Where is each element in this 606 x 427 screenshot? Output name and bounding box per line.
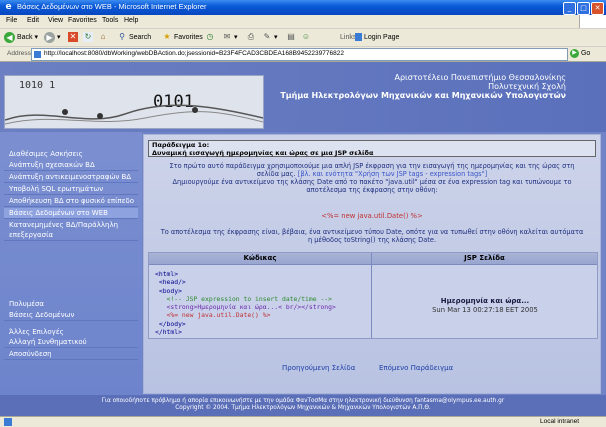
address-input[interactable]: http://localhost:8080/dbWorking/webDBAct… xyxy=(31,48,568,61)
sidebar-item-relational[interactable]: Ανάπτυξη σχεσιακών ΒΔ xyxy=(4,160,138,171)
refresh-button[interactable]: ↻ xyxy=(83,31,93,44)
code-column-header: Κώδικας xyxy=(149,253,372,265)
sidebar-item-sql[interactable]: Υποβολή SQL ερωτημάτων xyxy=(4,184,138,195)
address-url: http://localhost:8080/dbWorking/webDBAct… xyxy=(44,50,344,57)
example-heading: Δυναμική εισαγωγή ημερομηνίας και ώρας σ… xyxy=(152,149,374,157)
department-name: Τμήμα Ηλεκτρολόγων Μηχανικών και Μηχανικ… xyxy=(280,91,566,100)
menu-bar: File Edit View Favorites Tools Help xyxy=(0,15,606,29)
star-icon: ★ xyxy=(163,32,171,42)
title-bar: e Βάσεις Δεδομένων στο WEB - Microsoft I… xyxy=(0,0,606,15)
menu-view[interactable]: View xyxy=(48,17,63,24)
footer-contact: Για οποιοδήποτε πρόβλημα ή απορία επικοι… xyxy=(101,398,505,404)
home-icon: ⌂ xyxy=(100,32,106,42)
menu-favorites[interactable]: Favorites xyxy=(68,17,97,24)
login-page-link[interactable]: Login Page xyxy=(355,31,399,44)
result-title: Ημερομηνία και ώρα... xyxy=(440,297,530,305)
minimize-button[interactable]: _ xyxy=(563,2,576,15)
menu-edit[interactable]: Edit xyxy=(27,17,39,24)
banner-binary-text: 1010 1 xyxy=(19,80,56,91)
sidebar-heading-multimedia[interactable]: Πολυμέσα xyxy=(9,300,44,308)
menu-file[interactable]: File xyxy=(6,17,17,24)
ie-logo-icon: e xyxy=(5,2,12,12)
window-title: Βάσεις Δεδομένων στο WEB - Microsoft Int… xyxy=(17,2,207,11)
code-listing: <html> <head/> <body> <!-- JSP expressio… xyxy=(155,270,336,337)
page-footer: Για οποιοδήποτε πρόβλημα ή απορία επικοι… xyxy=(0,395,606,416)
search-button[interactable]: ⚲ Search xyxy=(117,31,151,44)
example-title-box: Παράδειγμα 1ο: Δυναμική εισαγωγή ημερομη… xyxy=(148,140,596,157)
page-content: 1010 1 0101 Αριστοτέλειο Πανεπιστήμιο Θε… xyxy=(0,62,606,416)
favorites-button[interactable]: ★ Favorites xyxy=(162,31,202,44)
close-button[interactable]: ✕ xyxy=(591,2,604,15)
history-icon: ◷ xyxy=(206,32,214,42)
status-bar: Local intranet xyxy=(0,416,606,427)
result-column-header: JSP Σελίδα xyxy=(372,253,597,265)
previous-page-link[interactable]: Προηγούμενη Σελίδα xyxy=(282,364,355,372)
sidebar-item-storage[interactable]: Αποθήκευση ΒΔ στο φυσικό επίπεδο xyxy=(4,196,138,207)
address-label: Address xyxy=(7,50,31,57)
print-icon: ⎙ xyxy=(247,32,255,42)
sidebar-item-distributed-cont[interactable]: επεξεργασία xyxy=(4,230,138,241)
address-bar: Address http://localhost:8080/dbWorking/… xyxy=(0,47,606,62)
sidebar-item-databases[interactable]: Βάσεις Δεδομένων xyxy=(4,310,138,321)
edit-button[interactable]: ✎ ▾ xyxy=(262,31,278,44)
sidebar-item-logout[interactable]: Αποσύνδεση xyxy=(4,349,138,360)
windows-logo-icon xyxy=(579,15,606,28)
security-zone: Local intranet xyxy=(540,418,580,425)
browser-window: e Βάσεις Δεδομένων στο WEB - Microsoft I… xyxy=(0,0,606,427)
site-banner: 1010 1 0101 Αριστοτέλειο Πανεπιστήμιο Θε… xyxy=(0,62,606,132)
stop-icon: ✕ xyxy=(68,32,78,43)
example-number: Παράδειγμα 1ο: xyxy=(152,141,210,149)
school-name: Πολυτεχνική Σχολή xyxy=(488,82,566,91)
menu-help[interactable]: Help xyxy=(124,17,138,24)
page-icon xyxy=(355,33,362,42)
discuss-button[interactable]: ▤ xyxy=(286,31,296,44)
maximize-button[interactable]: □ xyxy=(577,2,590,15)
example-panel: Παράδειγμα 1ο: Δυναμική εισαγωγή ημερομη… xyxy=(143,134,601,394)
stop-button[interactable]: ✕ xyxy=(68,31,78,44)
search-icon: ⚲ xyxy=(119,32,125,42)
history-button[interactable]: ◷ xyxy=(205,31,215,44)
sidebar-item-change-password[interactable]: Αλλαγή Συνθηματικού xyxy=(4,337,138,348)
sidebar-item-web[interactable]: Βάσεις Δεδομένων στο WEB xyxy=(4,208,138,219)
university-name: Αριστοτέλειο Πανεπιστήμιο Θεσσαλονίκης xyxy=(394,73,567,82)
messenger-icon: ☺ xyxy=(301,32,311,42)
sidebar-heading-exercises: Διαθέσιμες Ασκήσεις xyxy=(9,150,83,158)
mail-button[interactable]: ✉ ▾ xyxy=(222,31,238,44)
go-arrow-icon: ▶ xyxy=(570,48,579,58)
back-button[interactable]: ◀ Back ▾ xyxy=(4,31,38,44)
page-icon xyxy=(34,51,41,58)
mail-icon: ✉ xyxy=(223,32,231,42)
sidebar: Διαθέσιμες Ασκήσεις Ανάπτυξη σχεσιακών Β… xyxy=(0,132,142,395)
toolbar: ◀ Back ▾ ▶ ▾ ✕ ↻ ⌂ ⚲ Search ★ Favorites … xyxy=(0,29,606,47)
home-button[interactable]: ⌂ xyxy=(98,31,108,44)
forward-button[interactable]: ▶ ▾ xyxy=(44,31,60,44)
jsp-tags-link[interactable]: [βλ. και ενότητα "Χρήση των JSP tags - e… xyxy=(298,170,487,178)
next-example-link[interactable]: Επόμενο Παράδειγμα xyxy=(379,364,453,372)
back-arrow-icon: ◀ xyxy=(4,31,15,43)
sidebar-item-object-oriented[interactable]: Ανάπτυξη αντικειμενοστραφών ΒΔ xyxy=(4,172,138,183)
forward-arrow-icon: ▶ xyxy=(44,31,55,43)
sidebar-heading-other: Άλλες Επιλογές xyxy=(9,328,64,336)
footer-copyright: Copyright © 2004. Τμήμα Ηλεκτρολόγων Μηχ… xyxy=(175,405,431,411)
menu-tools[interactable]: Tools xyxy=(102,17,118,24)
banner-image: 1010 1 0101 xyxy=(4,75,264,129)
messenger-button[interactable]: ☺ xyxy=(301,31,311,44)
edit-icon: ✎ xyxy=(263,32,271,42)
refresh-icon: ↻ xyxy=(83,32,93,43)
result-date: Sun Mar 13 00:27:18 EET 2005 xyxy=(432,306,538,314)
code-result-table: Κώδικας JSP Σελίδα <html> <head/> <body>… xyxy=(148,252,598,339)
page-done-icon xyxy=(4,418,12,426)
university-header: Αριστοτέλειο Πανεπιστήμιο Θεσσαλονίκης Π… xyxy=(280,73,566,100)
column-divider xyxy=(371,264,372,338)
print-button[interactable]: ⎙ xyxy=(246,31,256,44)
result-paragraph: Το αποτέλεσμα της έκφρασης είναι, βέβαια… xyxy=(160,228,584,244)
links-label: Links xyxy=(340,34,357,41)
intro-paragraph: Στο πρώτο αυτό παράδειγμα χρησιμοποιούμε… xyxy=(169,162,575,194)
go-button[interactable]: ▶ Go xyxy=(570,48,600,60)
jsp-expression: <%= new java.util.Date() %> xyxy=(321,212,423,220)
discuss-icon: ▤ xyxy=(287,32,295,42)
banner-decoration xyxy=(5,104,263,125)
